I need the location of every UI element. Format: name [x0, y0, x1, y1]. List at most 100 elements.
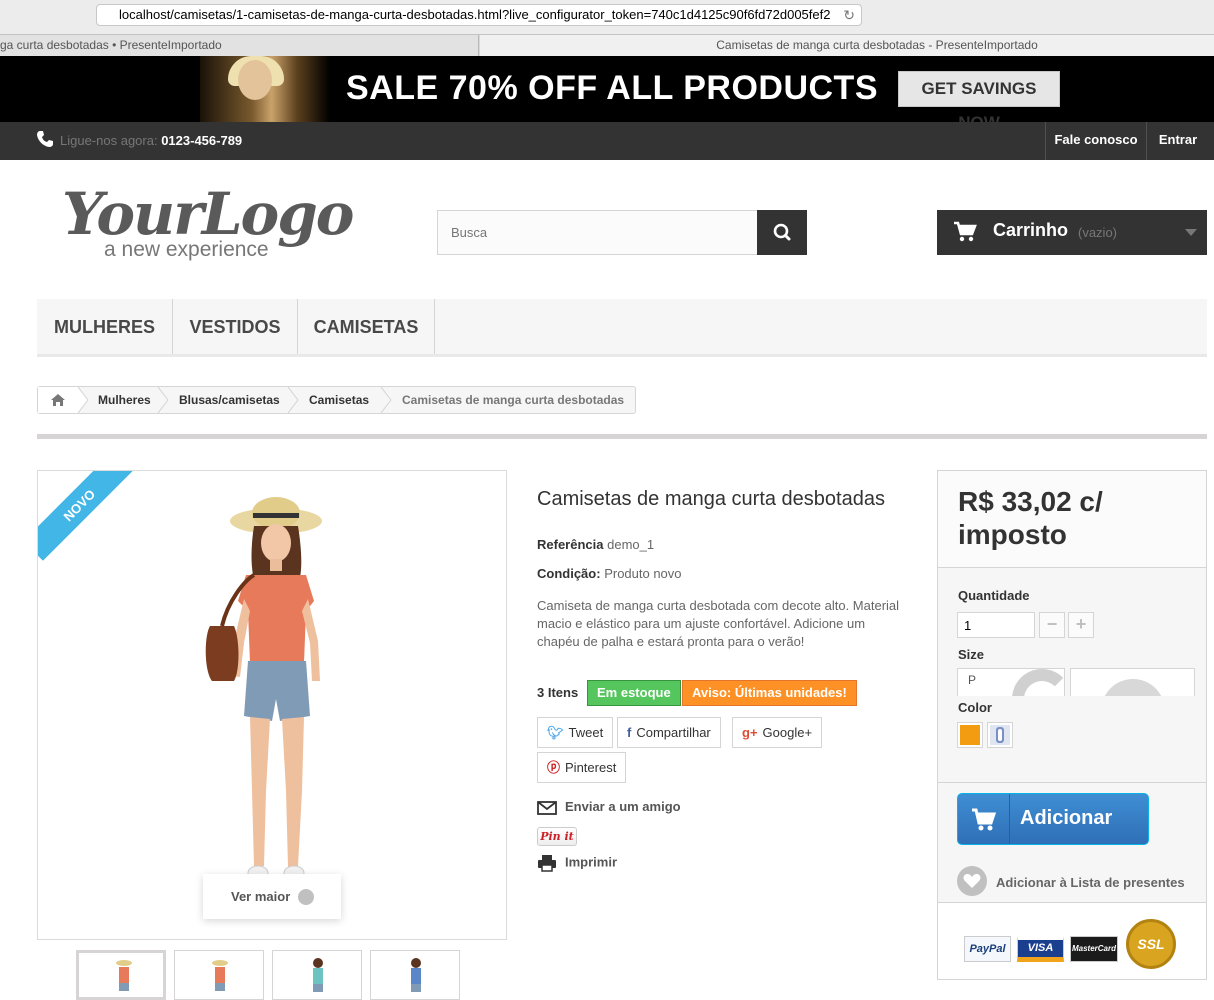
cart-icon: [954, 221, 977, 242]
product-price: R$ 33,02 c/ imposto: [958, 486, 1103, 550]
wishlist-label: Adicionar à Lista de presentes: [996, 875, 1185, 890]
tab-strip: ga curta desbotadas • PresenteImportado …: [0, 34, 1214, 56]
banner-model-face: [238, 60, 272, 100]
pinterest-button[interactable]: ⓟ Pinterest: [537, 752, 627, 783]
search-icon: [773, 223, 791, 241]
menu-item-vestidos[interactable]: VESTIDOS: [173, 299, 298, 354]
ssl-seal: SSL: [1126, 919, 1176, 969]
add-cart-icon-box: [958, 794, 1010, 844]
divider: [37, 434, 1207, 439]
product-description: Camiseta de manga curta desbotada com de…: [537, 598, 900, 649]
size-dropdown-arc: [1012, 669, 1064, 696]
google-label: Google+: [762, 725, 813, 740]
cart-label: Carrinho: [993, 220, 1069, 240]
search-button[interactable]: [757, 210, 807, 255]
facebook-icon: f: [627, 725, 632, 740]
share-label: Compartilhar: [636, 725, 711, 740]
add-to-cart-label: Adicionar: [1020, 807, 1113, 829]
color-label: Color: [958, 700, 992, 715]
send-to-friend-link[interactable]: Enviar a um amigo: [537, 799, 681, 816]
quantity-input[interactable]: [957, 612, 1035, 638]
printer-icon: [538, 855, 556, 872]
circle-icon: [1101, 679, 1165, 696]
thumbnail-1[interactable]: [76, 950, 166, 1000]
banner-headline: SALE 70% OFF ALL PRODUCTS: [346, 69, 878, 107]
tab-active[interactable]: Camisetas de manga curta desbotadas - Pr…: [480, 35, 1214, 56]
call-us-label: Ligue-nos agora:: [60, 133, 158, 148]
phone-number: 0123-456-789: [161, 133, 243, 148]
color-swatch-orange[interactable]: [957, 722, 983, 748]
breadcrumb-blusas[interactable]: Blusas/camisetas: [179, 387, 280, 413]
product-title: Camisetas de manga curta desbotadas: [537, 488, 885, 510]
browser-toolbar: localhost/camisetas/1-camisetas-de-manga…: [0, 0, 1214, 34]
menu-item-mulheres[interactable]: MULHERES: [37, 299, 173, 354]
size-value: P: [968, 673, 977, 687]
site-logo[interactable]: YourLogo a new experience: [62, 180, 354, 270]
print-link[interactable]: Imprimir: [537, 854, 617, 872]
tab-background[interactable]: ga curta desbotadas • PresenteImportado: [0, 35, 479, 56]
send-friend-label: Enviar a um amigo: [565, 799, 681, 814]
reload-icon[interactable]: ↻: [843, 5, 855, 25]
product-condition: Condição: Produto novo: [537, 566, 682, 581]
contact-link[interactable]: Fale conosco: [1045, 122, 1147, 160]
thumbnail-photo: [313, 958, 323, 992]
add-to-cart-button[interactable]: Adicionar: [957, 793, 1149, 845]
get-savings-button[interactable]: GET SAVINGS NOW: [898, 71, 1060, 132]
size-select[interactable]: P: [957, 668, 1065, 696]
payment-logos: PayPal VISA MasterCard SSL: [938, 902, 1206, 979]
heart-icon: [957, 866, 987, 896]
thumbnail-3[interactable]: [272, 950, 362, 1000]
last-units-warning: Aviso: Últimas unidades!: [682, 680, 857, 706]
cart-icon: [972, 808, 997, 831]
call-us-text: Ligue-nos agora: 0123-456-789: [60, 133, 242, 148]
stock-badge: Em estoque: [587, 680, 681, 706]
chevron-down-icon: [1185, 229, 1197, 236]
print-label: Imprimir: [565, 854, 618, 870]
tweet-button[interactable]: 🐦︎ Tweet: [537, 717, 614, 748]
quantity-plus-button[interactable]: +: [1068, 612, 1094, 638]
google-plus-button[interactable]: g+ Google+: [732, 717, 823, 748]
size-label: Size: [958, 647, 985, 662]
zoom-in-icon: [297, 888, 314, 905]
breadcrumb: Mulheres Blusas/camisetas Camisetas Cami…: [37, 386, 636, 414]
thumbnail-4[interactable]: [370, 950, 460, 1000]
condition-label: Condição:: [537, 566, 601, 581]
main-menu: MULHERES VESTIDOS CAMISETAS: [37, 299, 1207, 357]
address-text: localhost/camisetas/1-camisetas-de-manga…: [119, 7, 831, 22]
color-swatch-pattern[interactable]: [987, 722, 1013, 748]
condition-value: Produto novo: [604, 566, 682, 581]
thumbnail-photo: [411, 958, 421, 992]
mastercard-logo: MasterCard: [1070, 936, 1118, 962]
swatch-fill: [960, 725, 980, 745]
product-photo: [205, 497, 322, 881]
zoom-link[interactable]: Ver maior: [203, 874, 341, 919]
menu-item-camisetas[interactable]: CAMISETAS: [298, 299, 435, 354]
thumbnail-photo: [212, 960, 228, 991]
product-image[interactable]: NOVO: [37, 470, 507, 940]
breadcrumb-home[interactable]: [38, 387, 78, 413]
size-dropdown-arrow[interactable]: [1070, 668, 1195, 696]
breadcrumb-camisetas[interactable]: Camisetas: [309, 387, 369, 413]
thumbnail-photo: [116, 960, 132, 991]
phone-icon: [37, 131, 53, 147]
visa-logo: VISA: [1017, 936, 1064, 962]
login-link[interactable]: Entrar: [1148, 122, 1208, 160]
top-nav: Ligue-nos agora: 0123-456-789 Fale conos…: [0, 122, 1214, 160]
thumbnail-2[interactable]: [174, 950, 264, 1000]
cart-block[interactable]: Carrinho (vazio): [937, 210, 1207, 255]
facebook-share-button[interactable]: f Compartilhar: [617, 717, 721, 748]
breadcrumb-separator: [288, 387, 299, 413]
breadcrumb-mulheres[interactable]: Mulheres: [98, 387, 151, 413]
logo-tagline: a new experience: [104, 238, 269, 261]
pin-it-button[interactable]: Pin it: [537, 827, 577, 846]
quantity-minus-button[interactable]: −: [1039, 612, 1065, 638]
divider: [938, 782, 1206, 783]
search-input[interactable]: [437, 210, 759, 255]
paypal-logo: PayPal: [964, 936, 1011, 962]
address-bar[interactable]: localhost/camisetas/1-camisetas-de-manga…: [96, 4, 862, 26]
pinterest-label: Pinterest: [565, 760, 617, 775]
breadcrumb-separator: [158, 387, 169, 413]
home-icon: [51, 394, 65, 406]
breadcrumb-current: Camisetas de manga curta desbotadas: [402, 393, 625, 407]
zoom-label: Ver maior: [231, 889, 291, 904]
